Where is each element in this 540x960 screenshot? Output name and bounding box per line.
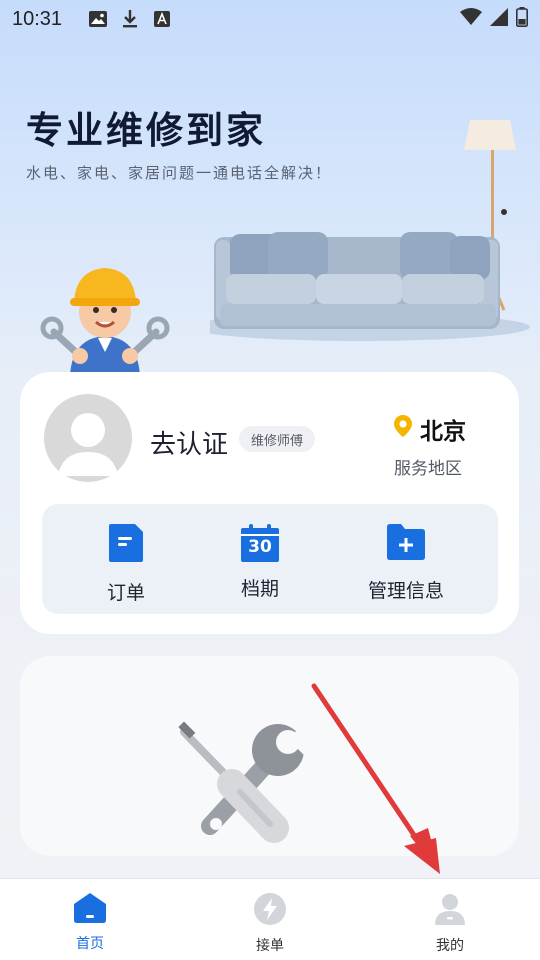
- bottom-nav: 首页 接单 我的: [0, 878, 540, 960]
- nav-take-orders[interactable]: 接单: [240, 893, 300, 955]
- wifi-icon: [460, 8, 482, 30]
- service-area[interactable]: 北京 服务地区: [394, 412, 494, 479]
- nav-label: 我的: [436, 938, 464, 954]
- city-label: 服务地区: [394, 459, 462, 479]
- folder-add-icon: [387, 524, 425, 564]
- calendar-icon: 30: [241, 524, 279, 562]
- status-time: 10:31: [12, 7, 63, 30]
- image-icon: [88, 9, 108, 29]
- battery-icon: [516, 7, 528, 31]
- city-name: 北京: [420, 419, 466, 445]
- home-icon: [74, 893, 106, 927]
- quick-action-label: 管理信息: [367, 580, 444, 602]
- quick-action-manage-info[interactable]: 管理信息: [360, 524, 452, 603]
- signal-icon: [490, 8, 508, 30]
- worker-illustration: [40, 268, 170, 376]
- user-icon: [435, 893, 465, 929]
- font-a-icon: [152, 9, 172, 29]
- avatar[interactable]: [44, 394, 132, 482]
- sofa-illustration: [210, 120, 530, 341]
- quick-action-schedule[interactable]: 30 档期: [220, 524, 300, 601]
- nav-label: 接单: [256, 938, 284, 954]
- lightning-icon: [254, 893, 286, 929]
- status-bar: 10:31: [0, 0, 540, 38]
- role-badge: 维修师傅: [239, 426, 316, 452]
- nav-mine[interactable]: 我的: [420, 893, 480, 955]
- location-pin-icon: [394, 415, 412, 443]
- verify-link[interactable]: 去认证: [150, 424, 228, 461]
- pointer-arrow: [311, 683, 440, 874]
- quick-actions: 订单 30 档期 管理信息: [42, 504, 498, 614]
- nav-label: 首页: [76, 936, 104, 952]
- quick-action-label: 档期: [240, 578, 279, 600]
- download-icon: [120, 9, 140, 29]
- calendar-day-text: 30: [248, 537, 272, 557]
- quick-action-orders[interactable]: 订单: [86, 524, 166, 605]
- quick-action-label: 订单: [106, 582, 145, 604]
- tools-illustration: [178, 721, 317, 843]
- profile-card: 去认证 维修师傅 北京 服务地区 订单 30 档期 管理信息: [20, 372, 519, 634]
- document-icon: [109, 524, 143, 566]
- nav-home[interactable]: 首页: [60, 893, 120, 953]
